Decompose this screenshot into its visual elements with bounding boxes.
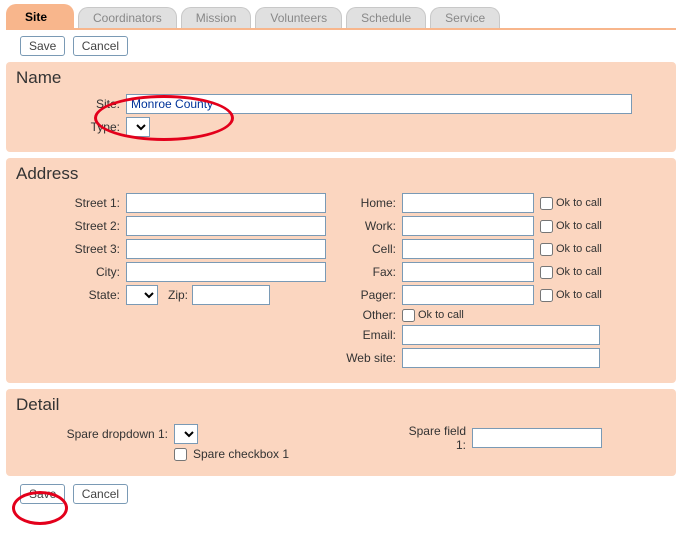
spare-dropdown-select[interactable]	[174, 424, 198, 444]
tab-site[interactable]: Site	[6, 4, 74, 28]
street1-label: Street 1:	[16, 196, 126, 210]
cell-ok-wrap[interactable]: Ok to call	[540, 243, 602, 256]
type-select[interactable]	[126, 117, 150, 137]
tab-service[interactable]: Service	[430, 7, 500, 28]
state-select[interactable]	[126, 285, 158, 305]
work-input[interactable]	[402, 216, 534, 236]
cell-label: Cell:	[346, 242, 402, 256]
home-ok-checkbox[interactable]	[540, 197, 553, 210]
other-ok-label: Ok to call	[418, 309, 464, 321]
spare-checkbox-wrap[interactable]: Spare checkbox 1	[174, 447, 289, 461]
fax-input[interactable]	[402, 262, 534, 282]
street2-input[interactable]	[126, 216, 326, 236]
pager-input[interactable]	[402, 285, 534, 305]
city-input[interactable]	[126, 262, 326, 282]
website-input[interactable]	[402, 348, 600, 368]
cancel-button-bottom[interactable]: Cancel	[73, 484, 128, 504]
section-address: Address Street 1: Street 2: Street 3: Ci…	[6, 158, 676, 383]
section-address-title: Address	[16, 164, 666, 184]
zip-label: Zip:	[168, 288, 188, 302]
work-ok-wrap[interactable]: Ok to call	[540, 220, 602, 233]
tab-mission[interactable]: Mission	[181, 7, 252, 28]
street3-input[interactable]	[126, 239, 326, 259]
state-label: State:	[16, 288, 126, 302]
work-ok-label: Ok to call	[556, 220, 602, 232]
work-label: Work:	[346, 219, 402, 233]
zip-input[interactable]	[192, 285, 270, 305]
site-input[interactable]	[126, 94, 632, 114]
fax-ok-wrap[interactable]: Ok to call	[540, 266, 602, 279]
tab-volunteers[interactable]: Volunteers	[255, 7, 342, 28]
site-label: Site:	[16, 97, 126, 111]
pager-ok-checkbox[interactable]	[540, 289, 553, 302]
spare-field-input[interactable]	[472, 428, 602, 448]
street3-label: Street 3:	[16, 242, 126, 256]
city-label: City:	[16, 265, 126, 279]
fax-ok-checkbox[interactable]	[540, 266, 553, 279]
email-label: Email:	[346, 328, 402, 342]
street1-input[interactable]	[126, 193, 326, 213]
home-label: Home:	[346, 196, 402, 210]
work-ok-checkbox[interactable]	[540, 220, 553, 233]
pager-ok-label: Ok to call	[556, 289, 602, 301]
spare-checkbox-label: Spare checkbox 1	[193, 447, 289, 461]
cell-input[interactable]	[402, 239, 534, 259]
email-input[interactable]	[402, 325, 600, 345]
section-name: Name Site: Type:	[6, 62, 676, 152]
other-ok-wrap[interactable]: Ok to call	[402, 309, 464, 322]
section-detail-title: Detail	[16, 395, 666, 415]
save-button-bottom[interactable]: Save	[20, 484, 65, 504]
spare-field-label: Spare field 1:	[396, 424, 472, 452]
home-ok-wrap[interactable]: Ok to call	[540, 197, 602, 210]
street2-label: Street 2:	[16, 219, 126, 233]
fax-ok-label: Ok to call	[556, 266, 602, 278]
website-label: Web site:	[346, 351, 402, 365]
type-label: Type:	[16, 120, 126, 134]
tab-schedule[interactable]: Schedule	[346, 7, 426, 28]
home-ok-label: Ok to call	[556, 197, 602, 209]
other-ok-checkbox[interactable]	[402, 309, 415, 322]
save-button-top[interactable]: Save	[20, 36, 65, 56]
cell-ok-label: Ok to call	[556, 243, 602, 255]
cancel-button-top[interactable]: Cancel	[73, 36, 128, 56]
section-detail: Detail Spare dropdown 1: Spare checkbox …	[6, 389, 676, 476]
fax-label: Fax:	[346, 265, 402, 279]
pager-ok-wrap[interactable]: Ok to call	[540, 289, 602, 302]
other-label: Other:	[346, 308, 402, 322]
cell-ok-checkbox[interactable]	[540, 243, 553, 256]
pager-label: Pager:	[346, 288, 402, 302]
home-input[interactable]	[402, 193, 534, 213]
tab-coordinators[interactable]: Coordinators	[78, 7, 177, 28]
spare-dropdown-label: Spare dropdown 1:	[16, 427, 174, 441]
spare-checkbox[interactable]	[174, 448, 187, 461]
section-name-title: Name	[16, 68, 666, 88]
